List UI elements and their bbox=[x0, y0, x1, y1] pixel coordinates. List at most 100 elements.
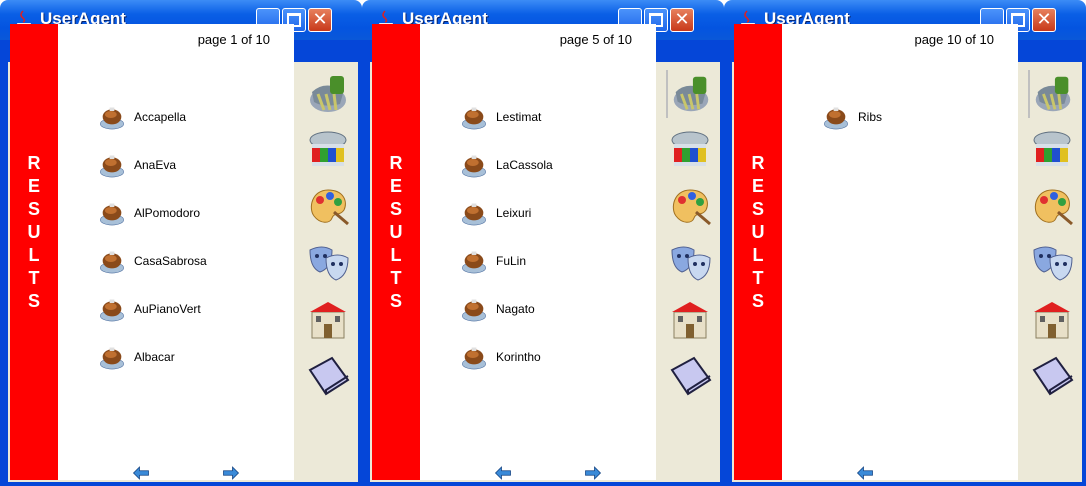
restaurant-name: Albacar bbox=[134, 350, 175, 364]
category-button-book[interactable] bbox=[304, 350, 352, 398]
results-list: page 1 of 10 Accapella AnaEva AlPomodoro Cas… bbox=[58, 24, 294, 480]
results-letter: T bbox=[752, 268, 764, 288]
restaurant-name: Ribs bbox=[858, 110, 883, 124]
restaurant-name: Accapella bbox=[134, 110, 187, 124]
book-icon bbox=[1028, 350, 1076, 398]
results-sidebar: RESULTS bbox=[372, 24, 420, 480]
previous-page-button[interactable] bbox=[130, 464, 152, 482]
restaurant-icon bbox=[98, 152, 126, 180]
results-label: RESULTS bbox=[372, 152, 420, 313]
next-page-button[interactable] bbox=[220, 464, 242, 482]
art-palette-icon bbox=[304, 182, 352, 230]
restaurant-icon bbox=[460, 344, 488, 372]
category-button-cinema[interactable] bbox=[1028, 126, 1076, 174]
previous-page-button[interactable] bbox=[854, 464, 876, 482]
category-button-book[interactable] bbox=[666, 350, 714, 398]
results-letter: E bbox=[389, 176, 402, 196]
category-button-restaurants[interactable] bbox=[304, 70, 352, 118]
userAgent-window: UserAgent ✕ R E S U L T Spage 10 of 10 Ribs bbox=[724, 0, 1086, 486]
restaurant-name: LaCassola bbox=[496, 158, 553, 172]
category-button-castle[interactable] bbox=[304, 294, 352, 342]
restaurant-icon bbox=[460, 248, 488, 276]
restaurant-name: CasaSabrosa bbox=[134, 254, 207, 268]
restaurant-icon bbox=[460, 296, 488, 324]
results-letter: S bbox=[389, 199, 402, 219]
results-list: page 5 of 10 Lestimat LaCassola Leixuri FuLi… bbox=[420, 24, 656, 480]
castle-icon bbox=[666, 294, 714, 342]
previous-page-button[interactable] bbox=[492, 464, 514, 482]
results-letter: E bbox=[27, 176, 40, 196]
userAgent-window: UserAgent ✕ R E S U L T Spage 5 of 10 Lestimat LaC… bbox=[362, 0, 724, 486]
page-indicator: page 1 of 10 bbox=[197, 32, 270, 47]
results-letter: R bbox=[27, 153, 41, 173]
results-label: RESULTS bbox=[10, 152, 58, 313]
restaurants-icon bbox=[668, 70, 714, 118]
arrow-left-icon bbox=[130, 464, 152, 482]
next-page-button[interactable] bbox=[582, 464, 604, 482]
category-button-castle[interactable] bbox=[666, 294, 714, 342]
art-palette-icon bbox=[1028, 182, 1076, 230]
close-button[interactable]: ✕ bbox=[670, 8, 694, 32]
category-button-theatre-masks[interactable] bbox=[304, 238, 352, 286]
category-button-castle[interactable] bbox=[1028, 294, 1076, 342]
castle-icon bbox=[304, 294, 352, 342]
results-letter: S bbox=[751, 199, 764, 219]
close-button[interactable]: ✕ bbox=[308, 8, 332, 32]
results-letter: R bbox=[751, 153, 765, 173]
category-button-restaurants[interactable] bbox=[666, 70, 714, 118]
close-icon: ✕ bbox=[1036, 9, 1052, 30]
cinema-icon bbox=[304, 126, 352, 174]
restaurant-icon bbox=[98, 344, 126, 372]
userAgent-window: UserAgent ✕ R E S U L T Spage 1 of 10 Accapella An… bbox=[0, 0, 362, 486]
restaurant-name: AuPianoVert bbox=[134, 302, 201, 316]
results-letter: S bbox=[27, 199, 40, 219]
results-list: page 10 of 10 Ribs bbox=[782, 24, 1018, 480]
art-palette-icon bbox=[666, 182, 714, 230]
arrow-left-icon bbox=[854, 464, 876, 482]
theatre-masks-icon bbox=[666, 238, 714, 286]
results-letter: U bbox=[751, 222, 765, 242]
restaurant-name: AnaEva bbox=[134, 158, 177, 172]
close-icon: ✕ bbox=[312, 9, 328, 30]
results-letter: U bbox=[27, 222, 41, 242]
arrow-right-icon bbox=[582, 464, 604, 482]
restaurants-icon bbox=[1030, 70, 1076, 118]
results-sidebar: RESULTS bbox=[10, 24, 58, 480]
category-button-theatre-masks[interactable] bbox=[1028, 238, 1076, 286]
restaurant-name: Nagato bbox=[496, 302, 535, 316]
category-button-restaurants[interactable] bbox=[1028, 70, 1076, 118]
theatre-masks-icon bbox=[304, 238, 352, 286]
category-button-cinema[interactable] bbox=[666, 126, 714, 174]
results-letter: E bbox=[751, 176, 764, 196]
category-button-art-palette[interactable] bbox=[666, 182, 714, 230]
page-indicator: page 10 of 10 bbox=[914, 32, 994, 47]
cinema-icon bbox=[1028, 126, 1076, 174]
restaurant-icon bbox=[98, 296, 126, 324]
category-button-book[interactable] bbox=[1028, 350, 1076, 398]
restaurant-icon bbox=[460, 200, 488, 228]
category-button-art-palette[interactable] bbox=[304, 182, 352, 230]
theatre-masks-icon bbox=[1028, 238, 1076, 286]
restaurant-name: FuLin bbox=[496, 254, 527, 268]
close-icon: ✕ bbox=[674, 9, 690, 30]
close-button[interactable]: ✕ bbox=[1032, 8, 1056, 32]
category-button-cinema[interactable] bbox=[304, 126, 352, 174]
results-letter: S bbox=[751, 291, 764, 311]
results-letter: S bbox=[27, 291, 40, 311]
restaurant-icon bbox=[98, 248, 126, 276]
results-letter: T bbox=[28, 268, 40, 288]
results-letter: L bbox=[390, 245, 402, 265]
results-letter: L bbox=[28, 245, 40, 265]
category-button-theatre-masks[interactable] bbox=[666, 238, 714, 286]
restaurant-name: Korintho bbox=[496, 350, 541, 364]
restaurant-name: AlPomodoro bbox=[134, 206, 201, 220]
results-letter: R bbox=[389, 153, 403, 173]
book-icon bbox=[666, 350, 714, 398]
category-button-art-palette[interactable] bbox=[1028, 182, 1076, 230]
restaurant-icon bbox=[822, 104, 850, 132]
results-letter: U bbox=[389, 222, 403, 242]
book-icon bbox=[304, 350, 352, 398]
restaurant-icon bbox=[98, 200, 126, 228]
restaurant-name: Lestimat bbox=[496, 110, 542, 124]
results-letter: L bbox=[752, 245, 764, 265]
